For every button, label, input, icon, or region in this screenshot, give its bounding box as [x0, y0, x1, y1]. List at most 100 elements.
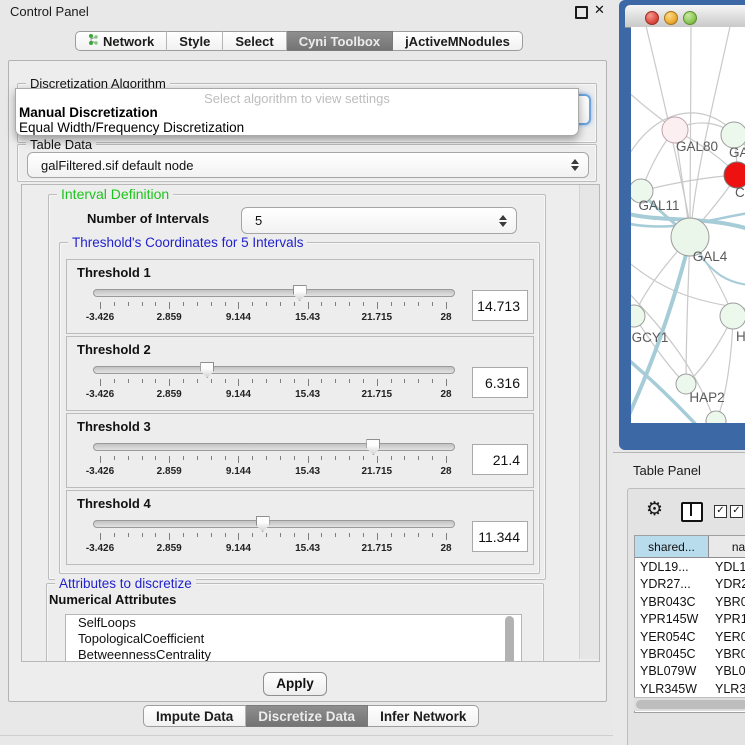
- attributes-list-scrollbar[interactable]: [505, 616, 514, 662]
- slider-tick: [211, 302, 212, 306]
- slider-tick: [155, 533, 156, 537]
- threshold-label: Threshold 4: [77, 496, 151, 511]
- tab-infer-network[interactable]: Infer Network: [368, 705, 479, 727]
- table-cell[interactable]: YLR3: [709, 681, 745, 698]
- tab-impute-data[interactable]: Impute Data: [143, 705, 246, 727]
- algorithm-option-manual-discretization[interactable]: Manual Discretization: [19, 105, 158, 120]
- slider-tick: [197, 302, 198, 306]
- slider-thumb[interactable]: [293, 285, 307, 301]
- checkbox-icon[interactable]: ✓: [730, 505, 743, 518]
- threshold-1-panel: Threshold 1-3.4262.8599.14415.4321.71528…: [66, 259, 534, 334]
- attribute-item-selfloops[interactable]: SelfLoops: [66, 615, 521, 631]
- slider-tick: [432, 533, 433, 537]
- network-node-h[interactable]: [720, 303, 745, 329]
- table-header-name[interactable]: na: [709, 536, 745, 558]
- slider-tick: [266, 302, 267, 306]
- table-data-combobox[interactable]: galFiltered.sif default node: [27, 152, 589, 178]
- slider-tick: [432, 379, 433, 383]
- table-cell[interactable]: YBR0: [709, 646, 745, 663]
- slider-scale-label: 9.144: [226, 312, 251, 323]
- table-cell[interactable]: YBR0: [709, 594, 745, 611]
- algorithm-option-equal-width-frequency-discretization[interactable]: Equal Width/Frequency Discretization: [19, 120, 244, 135]
- slider-tick: [321, 533, 322, 537]
- minimize-traffic-light-icon[interactable]: [664, 11, 678, 25]
- gear-icon[interactable]: ⚙: [646, 500, 663, 519]
- table-cell[interactable]: YPR145W: [635, 611, 709, 628]
- table-cell[interactable]: YLR345W: [635, 681, 709, 698]
- table-cell[interactable]: YER0: [709, 629, 745, 646]
- slider-thumb[interactable]: [256, 516, 270, 532]
- table-row[interactable]: YPR145WYPR1: [635, 611, 745, 628]
- table-cell[interactable]: YBR045C: [635, 646, 709, 663]
- slider-track[interactable]: [93, 443, 455, 451]
- table-cell[interactable]: YBL079W: [635, 663, 709, 680]
- close-traffic-light-icon[interactable]: [645, 11, 659, 25]
- slider-track[interactable]: [93, 289, 455, 297]
- threshold-value-field[interactable]: 6.316: [472, 367, 528, 398]
- table-row[interactable]: YBL079WYBL0: [635, 663, 745, 680]
- close-icon[interactable]: ✕: [594, 2, 605, 18]
- table-cell[interactable]: YER054C: [635, 629, 709, 646]
- table-cell[interactable]: YBR043C: [635, 594, 709, 611]
- tab-discretize-data[interactable]: Discretize Data: [246, 705, 368, 727]
- table-row[interactable]: YDR27...YDR2: [635, 576, 745, 593]
- tab-cyni-toolbox[interactable]: Cyni Toolbox: [287, 31, 393, 51]
- slider-tick: [432, 456, 433, 460]
- number-of-intervals-combobox[interactable]: 5: [241, 207, 517, 234]
- network-node[interactable]: [706, 411, 726, 423]
- network-window-titlebar[interactable]: [625, 5, 745, 28]
- table-header-shared-name[interactable]: shared...: [635, 536, 709, 558]
- table-cell[interactable]: YDL1: [709, 559, 745, 576]
- zoom-traffic-light-icon[interactable]: [683, 11, 697, 25]
- checkbox-icon[interactable]: ✓: [714, 505, 727, 518]
- network-node-label: C: [735, 185, 745, 200]
- panel-scrollbar-track[interactable]: [579, 185, 599, 659]
- table-horizontal-scrollbar-thumb[interactable]: [636, 700, 745, 709]
- table-cell[interactable]: YPR1: [709, 611, 745, 628]
- threshold-value-field[interactable]: 14.713: [472, 290, 528, 321]
- table-cell[interactable]: YBL0: [709, 663, 745, 680]
- threshold-value-field[interactable]: 21.4: [472, 444, 528, 475]
- algorithm-placeholder-option[interactable]: Select algorithm to view settings: [16, 91, 578, 106]
- slider-thumb[interactable]: [200, 362, 214, 378]
- slider-tick: [446, 379, 447, 386]
- table-row[interactable]: YER054CYER0: [635, 629, 745, 646]
- threshold-4-panel: Threshold 4-3.4262.8599.14415.4321.71528…: [66, 490, 534, 565]
- table-horizontal-scrollbar[interactable]: [634, 697, 745, 711]
- network-node-label: GAL11: [638, 198, 679, 213]
- slider-tick: [211, 533, 212, 537]
- number-of-intervals-label: Number of Intervals: [87, 211, 209, 226]
- table-cell[interactable]: YDR27...: [635, 576, 709, 593]
- slider-tick: [377, 379, 378, 386]
- slider-track[interactable]: [93, 520, 455, 528]
- slider-thumb[interactable]: [366, 439, 380, 455]
- table-cell[interactable]: YDL19...: [635, 559, 709, 576]
- slider-scale-label: 15.43: [295, 312, 320, 323]
- threshold-value-field[interactable]: 11.344: [472, 521, 528, 552]
- slider-track[interactable]: [93, 366, 455, 374]
- table-row[interactable]: YBR045CYBR0: [635, 646, 745, 663]
- float-window-icon[interactable]: [575, 6, 588, 19]
- tab-select[interactable]: Select: [223, 31, 286, 51]
- table-row[interactable]: YDL19...YDL1: [635, 559, 745, 576]
- numerical-attributes-list[interactable]: SelfLoopsTopologicalCoefficientBetweenne…: [65, 614, 522, 662]
- slider-tick: [391, 302, 392, 306]
- tab-jactivemnodules[interactable]: jActiveMNodules: [393, 31, 523, 51]
- table-row[interactable]: YBR043CYBR0: [635, 594, 745, 611]
- table-cell[interactable]: YDR2: [709, 576, 745, 593]
- tab-network[interactable]: Network: [75, 31, 167, 51]
- table-panel: Table Panel ⚙ ✓ ✓ shared... na YDL19...Y…: [613, 452, 745, 745]
- network-canvas[interactable]: GAL80GACGAL11GAL4GCY1HHAP2: [631, 27, 745, 423]
- attribute-item-betweennesscentrality[interactable]: BetweennessCentrality: [66, 647, 521, 662]
- network-node-label: HAP2: [689, 390, 724, 405]
- slider-scale-label: 28: [440, 312, 451, 323]
- split-columns-icon[interactable]: [681, 502, 703, 522]
- slider-scale-label: 9.144: [226, 543, 251, 554]
- attribute-item-topologicalcoefficient[interactable]: TopologicalCoefficient: [66, 631, 521, 647]
- slider-tick: [446, 456, 447, 463]
- slider-tick: [308, 302, 309, 309]
- slider-tick: [169, 533, 170, 540]
- tab-style[interactable]: Style: [167, 31, 223, 51]
- apply-button[interactable]: Apply: [263, 672, 327, 696]
- table-row[interactable]: YLR345WYLR3: [635, 681, 745, 698]
